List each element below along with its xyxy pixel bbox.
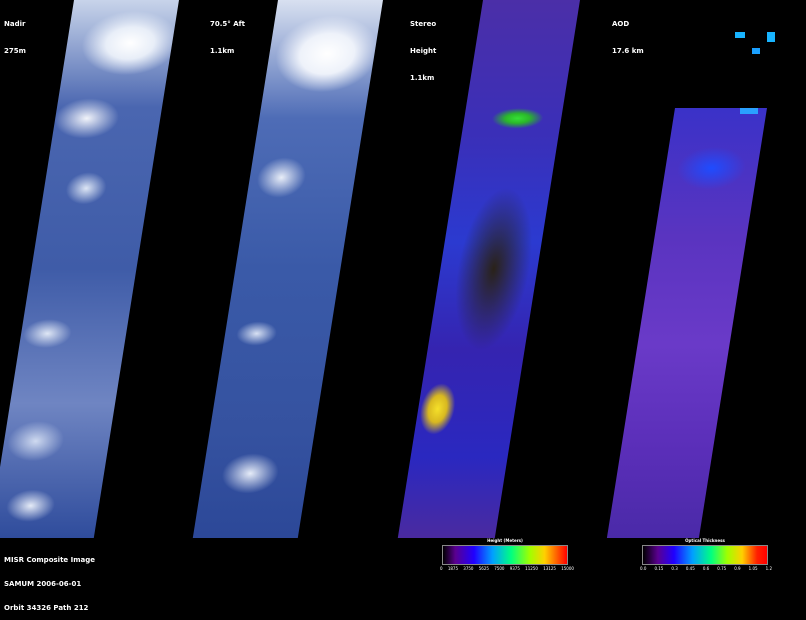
aod-image-strip: [606, 108, 767, 538]
aod-scale-ticks: 0.0 0.15 0.3 0.45 0.6 0.75 0.9 1.05 1.2: [640, 566, 772, 571]
panel-label-line: AOD: [612, 20, 630, 28]
height-tick: 3750: [463, 566, 474, 571]
composite-caption: MISR Composite Image SAMUM 2006-06-01 Or…: [4, 540, 95, 620]
panel-label-aod: AOD 17.6 km: [612, 2, 644, 65]
height-colorbar: [442, 545, 568, 565]
panel-label-line: 1.1km: [410, 74, 435, 82]
panel-label-nadir: Nadir 275m: [4, 2, 26, 65]
height-tick: 1875: [447, 566, 459, 571]
aod-scale-title: Optical Thickness: [685, 538, 725, 543]
panel-label-line: 70.5° Aft: [210, 20, 246, 28]
panel-label-line: 275m: [4, 47, 26, 55]
panel-label-line: 1.1km: [210, 47, 235, 55]
aod-tick: 0.9: [734, 566, 741, 571]
aod-tick: 1.05: [748, 566, 758, 571]
height-scale-ticks: 0 1875 3750 5625 7500 9375 11250 13125 1…: [440, 566, 574, 571]
nadir-image-strip: [0, 0, 180, 538]
aod-tick: 0.45: [685, 566, 695, 571]
panel-label-aft: 70.5° Aft 1.1km: [210, 2, 245, 65]
aod-tick: 0.6: [702, 566, 710, 571]
aod-patch: [740, 108, 758, 114]
caption-line: MISR Composite Image: [4, 556, 95, 564]
height-tick: 7500: [494, 566, 505, 571]
aod-patch: [752, 48, 760, 54]
aod-patch: [767, 32, 775, 42]
aod-tick: 0.15: [654, 566, 664, 571]
aod-tick: 0.75: [717, 566, 727, 571]
panel-label-line: Height: [410, 47, 437, 55]
aod-colorbar: [642, 545, 768, 565]
panel-label-line: Nadir: [4, 20, 26, 28]
caption-line: SAMUM 2006-06-01: [4, 580, 82, 588]
panel-label-line: Stereo: [410, 20, 437, 28]
height-tick: 0: [440, 566, 443, 571]
aod-tick: 0.3: [671, 566, 678, 571]
aft-image-strip: [192, 0, 383, 538]
panel-label-line: 17.6 km: [612, 47, 644, 55]
caption-line: Orbit 34326 Path 212: [4, 604, 89, 612]
aod-patch: [735, 32, 745, 38]
panel-label-stereo-height: Stereo Height 1.1km: [410, 2, 436, 92]
height-tick: 5625: [478, 566, 489, 571]
height-tick: 9375: [509, 566, 520, 571]
aod-tick: 0.0: [640, 566, 647, 571]
height-scale-title: Height (Meters): [487, 538, 523, 543]
height-tick: 15000: [561, 566, 574, 571]
height-tick: 11250: [525, 566, 538, 571]
height-tick: 13125: [543, 566, 556, 571]
aod-tick: 1.2: [765, 566, 772, 571]
